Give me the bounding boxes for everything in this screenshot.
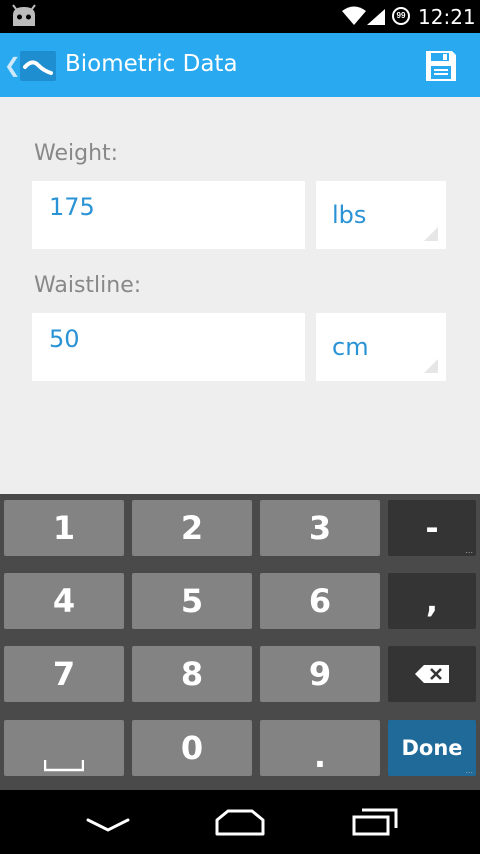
key-7[interactable]: 7 (4, 646, 124, 702)
weight-unit-value: lbs (332, 201, 367, 229)
battery-icon: 99 (392, 7, 410, 25)
numeric-keyboard: 1 2 3 -... 4 5 6 , 7 8 9 0 . Done... (0, 494, 480, 790)
action-bar: ❮ Biometric Data (0, 33, 480, 97)
done-button[interactable]: Done... (388, 720, 476, 776)
weight-unit-select[interactable]: lbs (316, 181, 446, 249)
key-5[interactable]: 5 (132, 573, 252, 629)
key-2[interactable]: 2 (132, 500, 252, 556)
app-logo-icon[interactable] (20, 51, 56, 81)
done-label: Done (401, 736, 463, 760)
page-title: Biometric Data (65, 51, 238, 77)
key-3[interactable]: 3 (260, 500, 380, 556)
waistline-value: 50 (49, 325, 80, 353)
chevron-left-icon[interactable]: ❮ (4, 53, 21, 78)
key-9[interactable]: 9 (260, 646, 380, 702)
key-minus[interactable]: -... (388, 500, 476, 556)
key-minus-label: - (425, 509, 439, 547)
navigation-bar (0, 790, 480, 854)
key-8[interactable]: 8 (132, 646, 252, 702)
recents-icon[interactable] (352, 808, 398, 836)
key-period[interactable]: . (260, 720, 380, 776)
space-key[interactable] (4, 720, 124, 776)
key-6[interactable]: 6 (260, 573, 380, 629)
android-icon (12, 4, 36, 26)
waistline-unit-value: cm (332, 333, 369, 361)
dropdown-indicator-icon (424, 359, 438, 373)
waistline-input[interactable]: 50 (32, 313, 305, 381)
waistline-unit-select[interactable]: cm (316, 313, 446, 381)
waistline-label: Waistline: (34, 273, 142, 298)
backspace-icon (415, 665, 449, 683)
weight-label: Weight: (34, 141, 119, 166)
status-bar: 99 12:21 (0, 0, 480, 33)
space-bar-icon (44, 760, 84, 772)
save-icon[interactable] (424, 49, 458, 83)
key-1[interactable]: 1 (4, 500, 124, 556)
key-0[interactable]: 0 (132, 720, 252, 776)
key-4[interactable]: 4 (4, 573, 124, 629)
dropdown-indicator-icon (424, 227, 438, 241)
weight-value: 175 (49, 193, 95, 221)
signal-icon (367, 9, 385, 25)
backspace-key[interactable] (388, 646, 476, 702)
clock: 12:21 (418, 5, 476, 29)
back-icon[interactable] (86, 814, 130, 834)
home-icon[interactable] (214, 808, 266, 836)
wifi-icon (342, 6, 366, 25)
key-comma[interactable]: , (388, 573, 476, 629)
weight-input[interactable]: 175 (32, 181, 305, 249)
form-area: Weight: 175 lbs Waistline: 50 cm (0, 97, 480, 494)
key-period-label: . (313, 737, 327, 775)
